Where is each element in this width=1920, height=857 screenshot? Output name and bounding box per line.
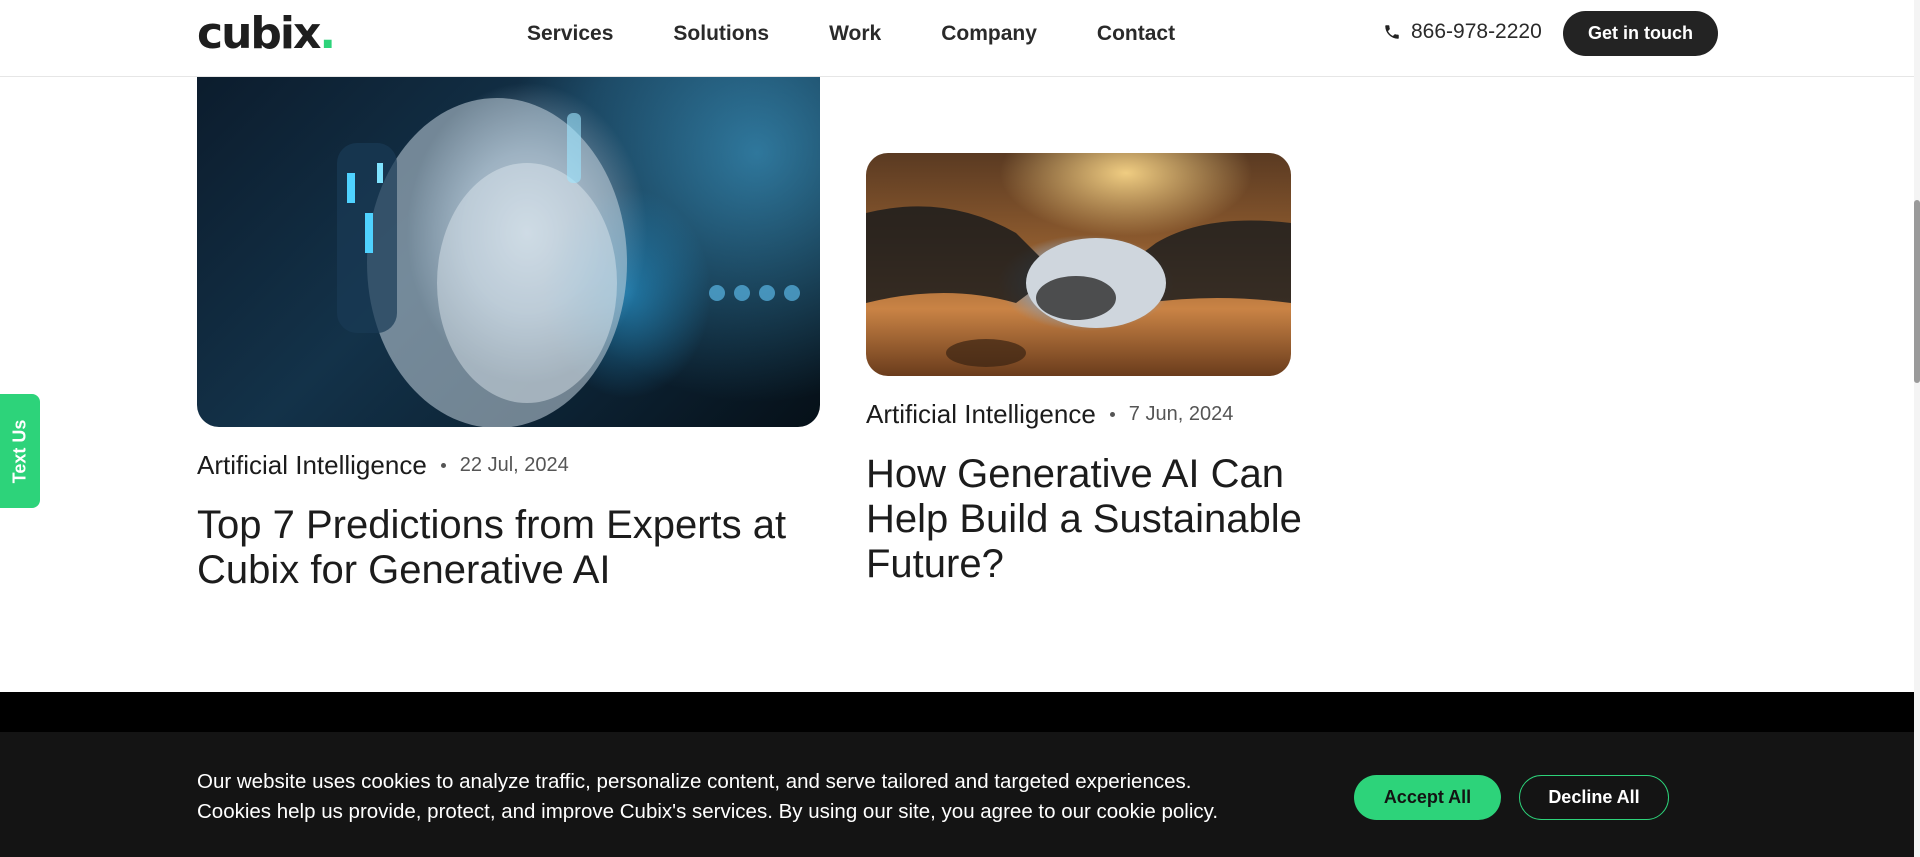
- phone-icon: [1385, 25, 1399, 39]
- logo-text: cubix: [197, 8, 321, 59]
- post-title-line: Help Build a Sustainable: [866, 497, 1302, 541]
- post-title[interactable]: How Generative AI Can Help Build a Susta…: [866, 452, 1306, 587]
- post-title-line: Future?: [866, 542, 1004, 586]
- post-date: 22 Jul, 2024: [459, 454, 569, 476]
- accept-all-button[interactable]: Accept All: [1354, 775, 1501, 820]
- logo-dot: .: [319, 8, 336, 59]
- post-title-line: How Generative AI Can: [866, 452, 1284, 496]
- cookie-banner: Our website uses cookies to analyze traf…: [0, 732, 1914, 857]
- post-image-ai-face[interactable]: [197, 33, 820, 427]
- cubix-logo[interactable]: cubix.: [197, 12, 336, 56]
- text-us-label: Text Us: [9, 419, 30, 483]
- decline-all-button[interactable]: Decline All: [1519, 775, 1669, 820]
- post-date: 7 Jun, 2024: [1128, 403, 1234, 425]
- text-us-tab[interactable]: Text Us: [0, 394, 40, 508]
- phone-number: 866-978-2220: [1411, 20, 1542, 43]
- post-meta: Artificial Intelligence 22 Jul, 2024: [197, 450, 569, 481]
- post-category[interactable]: Artificial Intelligence: [197, 450, 427, 481]
- cookie-message-line: Cookies help us provide, protect, and im…: [197, 800, 1219, 823]
- nav-company[interactable]: Company: [941, 22, 1037, 46]
- main-nav: Services Solutions Work Company Contact: [527, 0, 1235, 68]
- meta-separator-dot: [1109, 412, 1115, 417]
- cookie-message: Our website uses cookies to analyze traf…: [197, 767, 1237, 827]
- post-title-line: Cubix for Generative AI: [197, 548, 611, 592]
- post-meta: Artificial Intelligence 7 Jun, 2024: [866, 399, 1233, 430]
- scrollbar-thumb[interactable]: [1914, 200, 1920, 383]
- nav-services[interactable]: Services: [527, 22, 613, 46]
- ai-humanoid-face-image: [337, 98, 800, 427]
- nav-contact[interactable]: Contact: [1097, 22, 1175, 46]
- post-title-line: Top 7 Predictions from Experts at: [197, 503, 787, 547]
- post-image-handshake[interactable]: [866, 153, 1291, 376]
- cookie-message-line: Our website uses cookies to analyze traf…: [197, 770, 1192, 793]
- meta-separator-dot: [440, 463, 446, 468]
- robot-human-handshake-image: [866, 206, 1291, 367]
- nav-work[interactable]: Work: [829, 22, 881, 46]
- page-scrollbar[interactable]: [1914, 0, 1920, 857]
- post-title[interactable]: Top 7 Predictions from Experts at Cubix …: [197, 503, 837, 593]
- post-category[interactable]: Artificial Intelligence: [866, 399, 1096, 430]
- nav-solutions[interactable]: Solutions: [673, 22, 769, 46]
- phone-link[interactable]: 866-978-2220: [1383, 20, 1542, 44]
- site-header: cubix. Services Solutions Work Company C…: [0, 0, 1914, 77]
- get-in-touch-button[interactable]: Get in touch: [1563, 11, 1718, 56]
